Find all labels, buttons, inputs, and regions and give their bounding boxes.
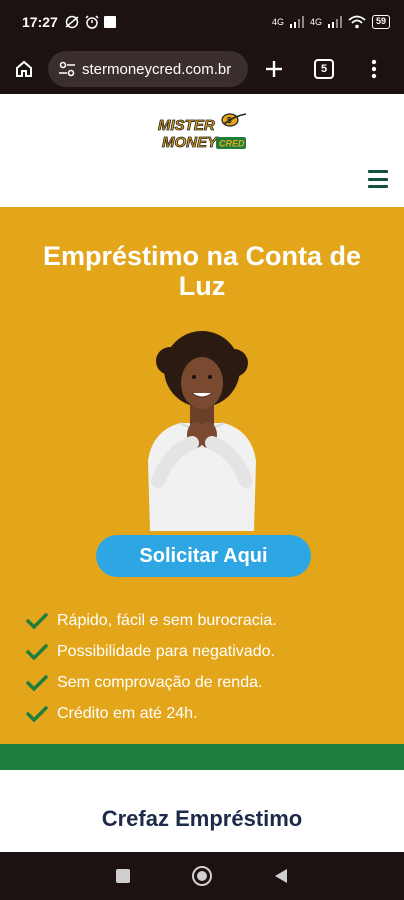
- recents-button[interactable]: [116, 869, 130, 883]
- feature-text: Sem comprovação de renda.: [57, 673, 263, 691]
- network-label-1: 4G: [271, 17, 284, 27]
- web-page: $ MISTER MONEY CRED Empréstimo na Conta …: [0, 94, 404, 852]
- check-icon: [26, 674, 48, 691]
- site-header: $ MISTER MONEY CRED: [0, 94, 404, 207]
- menu-icon-bar: [368, 170, 388, 173]
- site-settings-icon[interactable]: [58, 61, 76, 77]
- status-bar: 17:27 4G 4G 59: [0, 0, 404, 44]
- logo-text-2: MONEY: [162, 134, 219, 151]
- feature-item: Crédito em até 24h.: [26, 698, 277, 729]
- url-bar[interactable]: stermoneycred.com.br: [48, 51, 248, 87]
- battery-icon: 59: [371, 15, 390, 29]
- home-icon: [16, 60, 32, 77]
- logo-text-3: CRED: [219, 139, 245, 149]
- more-icon: [371, 59, 377, 79]
- tabs-button[interactable]: 5: [304, 49, 344, 89]
- smiling-woman-illustration: [148, 331, 256, 531]
- menu-icon-bar: [368, 185, 388, 188]
- alarm-icon: [85, 15, 99, 29]
- system-nav-bar: [0, 852, 404, 900]
- tabs-icon: 5: [314, 59, 334, 79]
- browser-toolbar: stermoneycred.com.br 5: [0, 44, 404, 94]
- home-circle-icon: [197, 871, 207, 881]
- logo-text-1: MISTER: [158, 117, 215, 134]
- status-time: 17:27: [22, 14, 58, 30]
- signal-icon: [289, 16, 304, 28]
- url-text: stermoneycred.com.br: [82, 60, 232, 78]
- feature-item: Possibilidade para negativado.: [26, 636, 277, 667]
- feature-item: Sem comprovação de renda.: [26, 667, 277, 698]
- new-tab-icon: [266, 61, 282, 77]
- hero-section: Empréstimo na Conta de Luz Solicitar Aqu…: [0, 207, 404, 744]
- network-label-2: 4G: [309, 17, 322, 27]
- more-menu-button[interactable]: [354, 49, 394, 89]
- solicitar-aqui-button[interactable]: Solicitar Aqui: [96, 535, 311, 577]
- back-button[interactable]: [274, 868, 288, 884]
- feature-text: Rápido, fácil e sem burocracia.: [57, 611, 277, 629]
- crefaz-section: Crefaz Empréstimo: [0, 770, 404, 852]
- menu-button[interactable]: [368, 170, 388, 188]
- menu-icon-bar: [368, 177, 388, 181]
- feature-list: Rápido, fácil e sem burocracia. Possibil…: [26, 605, 277, 729]
- home-button[interactable]: [4, 49, 44, 89]
- wifi-icon: [348, 15, 366, 29]
- hero-title: Empréstimo na Conta de Luz: [42, 241, 362, 301]
- green-divider: [0, 744, 404, 770]
- feature-text: Possibilidade para negativado.: [57, 642, 275, 660]
- notification-icon: [103, 16, 116, 28]
- check-icon: [26, 705, 48, 722]
- feature-item: Rápido, fácil e sem burocracia.: [26, 605, 277, 636]
- check-icon: [26, 612, 48, 629]
- new-tab-button[interactable]: [254, 49, 294, 89]
- home-nav-button[interactable]: [192, 866, 212, 886]
- do-not-disturb-icon: [65, 15, 79, 29]
- section-title: Crefaz Empréstimo: [101, 806, 303, 831]
- signal-icon-2: [327, 16, 342, 28]
- mister-money-cred-logo[interactable]: $ MISTER MONEY CRED: [156, 110, 252, 154]
- feature-text: Crédito em até 24h.: [57, 704, 198, 722]
- check-icon: [26, 643, 48, 660]
